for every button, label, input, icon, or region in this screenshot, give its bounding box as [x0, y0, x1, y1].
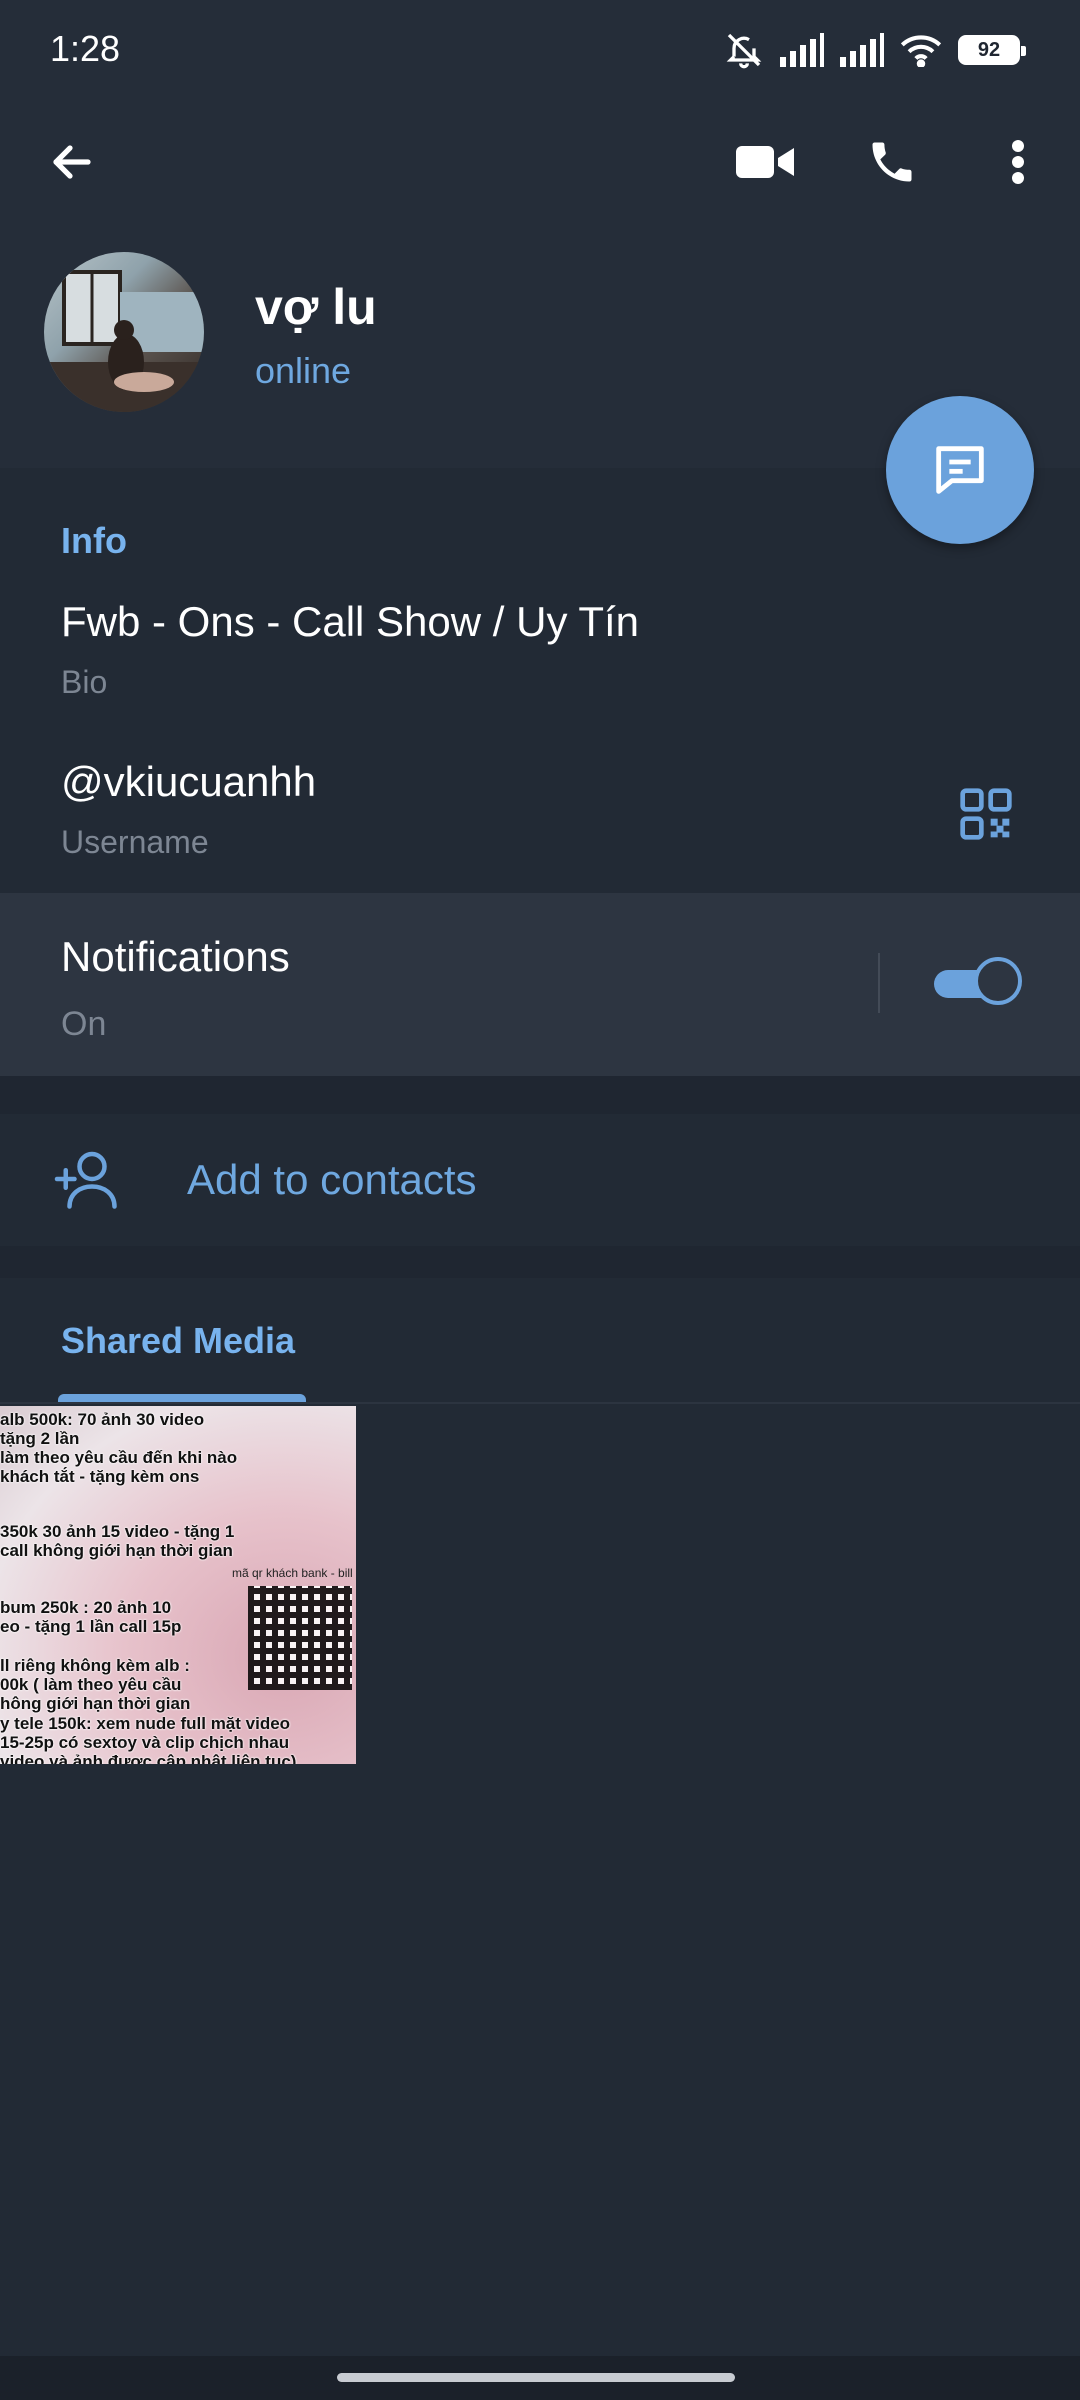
toggle-knob	[974, 957, 1022, 1005]
profile-status: online	[255, 350, 352, 391]
thumbnail-text: alb 500k: 70 ảnh 30 video tặng 2 lần làm…	[0, 1410, 238, 1486]
signal-icon	[780, 33, 824, 67]
back-arrow-icon	[53, 145, 91, 179]
add-to-contacts-label: Add to contacts	[187, 1156, 477, 1203]
info-title: Info	[61, 520, 127, 561]
phone-icon	[872, 142, 912, 182]
tab-divider	[0, 1402, 1080, 1404]
add-user-icon	[52, 1146, 122, 1212]
notifications-title: Notifications	[61, 933, 290, 980]
status-time: 1:28	[50, 28, 121, 69]
battery-icon: 92	[958, 35, 1026, 65]
bell-muted-icon	[726, 33, 762, 69]
thumbnail-text: 350k 30 ảnh 15 video - tặng 1 call không…	[0, 1522, 235, 1560]
thumbnail-text: y tele 150k: xem nude full mặt video 15-…	[0, 1714, 297, 1764]
video-call-icon	[736, 146, 794, 178]
status-icons: 92	[724, 30, 1026, 70]
tab-shared-media[interactable]: Shared Media	[61, 1320, 295, 1362]
avatar[interactable]	[44, 252, 204, 412]
username-label: Username	[61, 824, 209, 860]
status-bar: 1:28 92	[0, 0, 1080, 100]
video-call-button[interactable]	[726, 122, 806, 202]
notifications-row[interactable]: Notifications On	[0, 893, 1080, 1076]
send-message-button[interactable]	[886, 396, 1034, 544]
qr-code-icon	[960, 788, 1012, 840]
qr-code-button[interactable]	[958, 786, 1014, 842]
notifications-toggle[interactable]	[934, 957, 1024, 1011]
add-to-contacts-row[interactable]: Add to contacts	[0, 1114, 1080, 1246]
info-section: Info Fwb - Ons - Call Show / Uy Tín Bio …	[0, 468, 1080, 893]
message-icon	[936, 446, 984, 494]
divider	[878, 953, 880, 1013]
signal-icon	[840, 33, 884, 67]
avatar-photo	[44, 270, 204, 412]
shared-media-section: Shared Media alb 500k: 70 ảnh 30 video t…	[0, 1278, 1080, 2400]
home-indicator[interactable]	[337, 2373, 735, 2382]
bio-label: Bio	[61, 664, 108, 700]
media-thumbnail[interactable]: alb 500k: 70 ảnh 30 video tặng 2 lần làm…	[0, 1406, 356, 1764]
notifications-status: On	[61, 1005, 107, 1043]
tab-indicator	[58, 1394, 306, 1402]
username-value[interactable]: @vkiucuanhh	[61, 758, 316, 806]
phone-call-button[interactable]	[852, 122, 932, 202]
more-options-button[interactable]	[978, 122, 1058, 202]
thumbnail-qr-caption: mã qr khách bank - bill	[232, 1566, 353, 1580]
wifi-icon	[900, 35, 942, 67]
profile-name: vợ lu	[255, 279, 377, 335]
bio-value[interactable]: Fwb - Ons - Call Show / Uy Tín	[61, 598, 639, 646]
thumbnail-qr-code	[248, 1586, 352, 1690]
back-button[interactable]	[32, 122, 112, 202]
more-vertical-icon	[1012, 140, 1024, 184]
